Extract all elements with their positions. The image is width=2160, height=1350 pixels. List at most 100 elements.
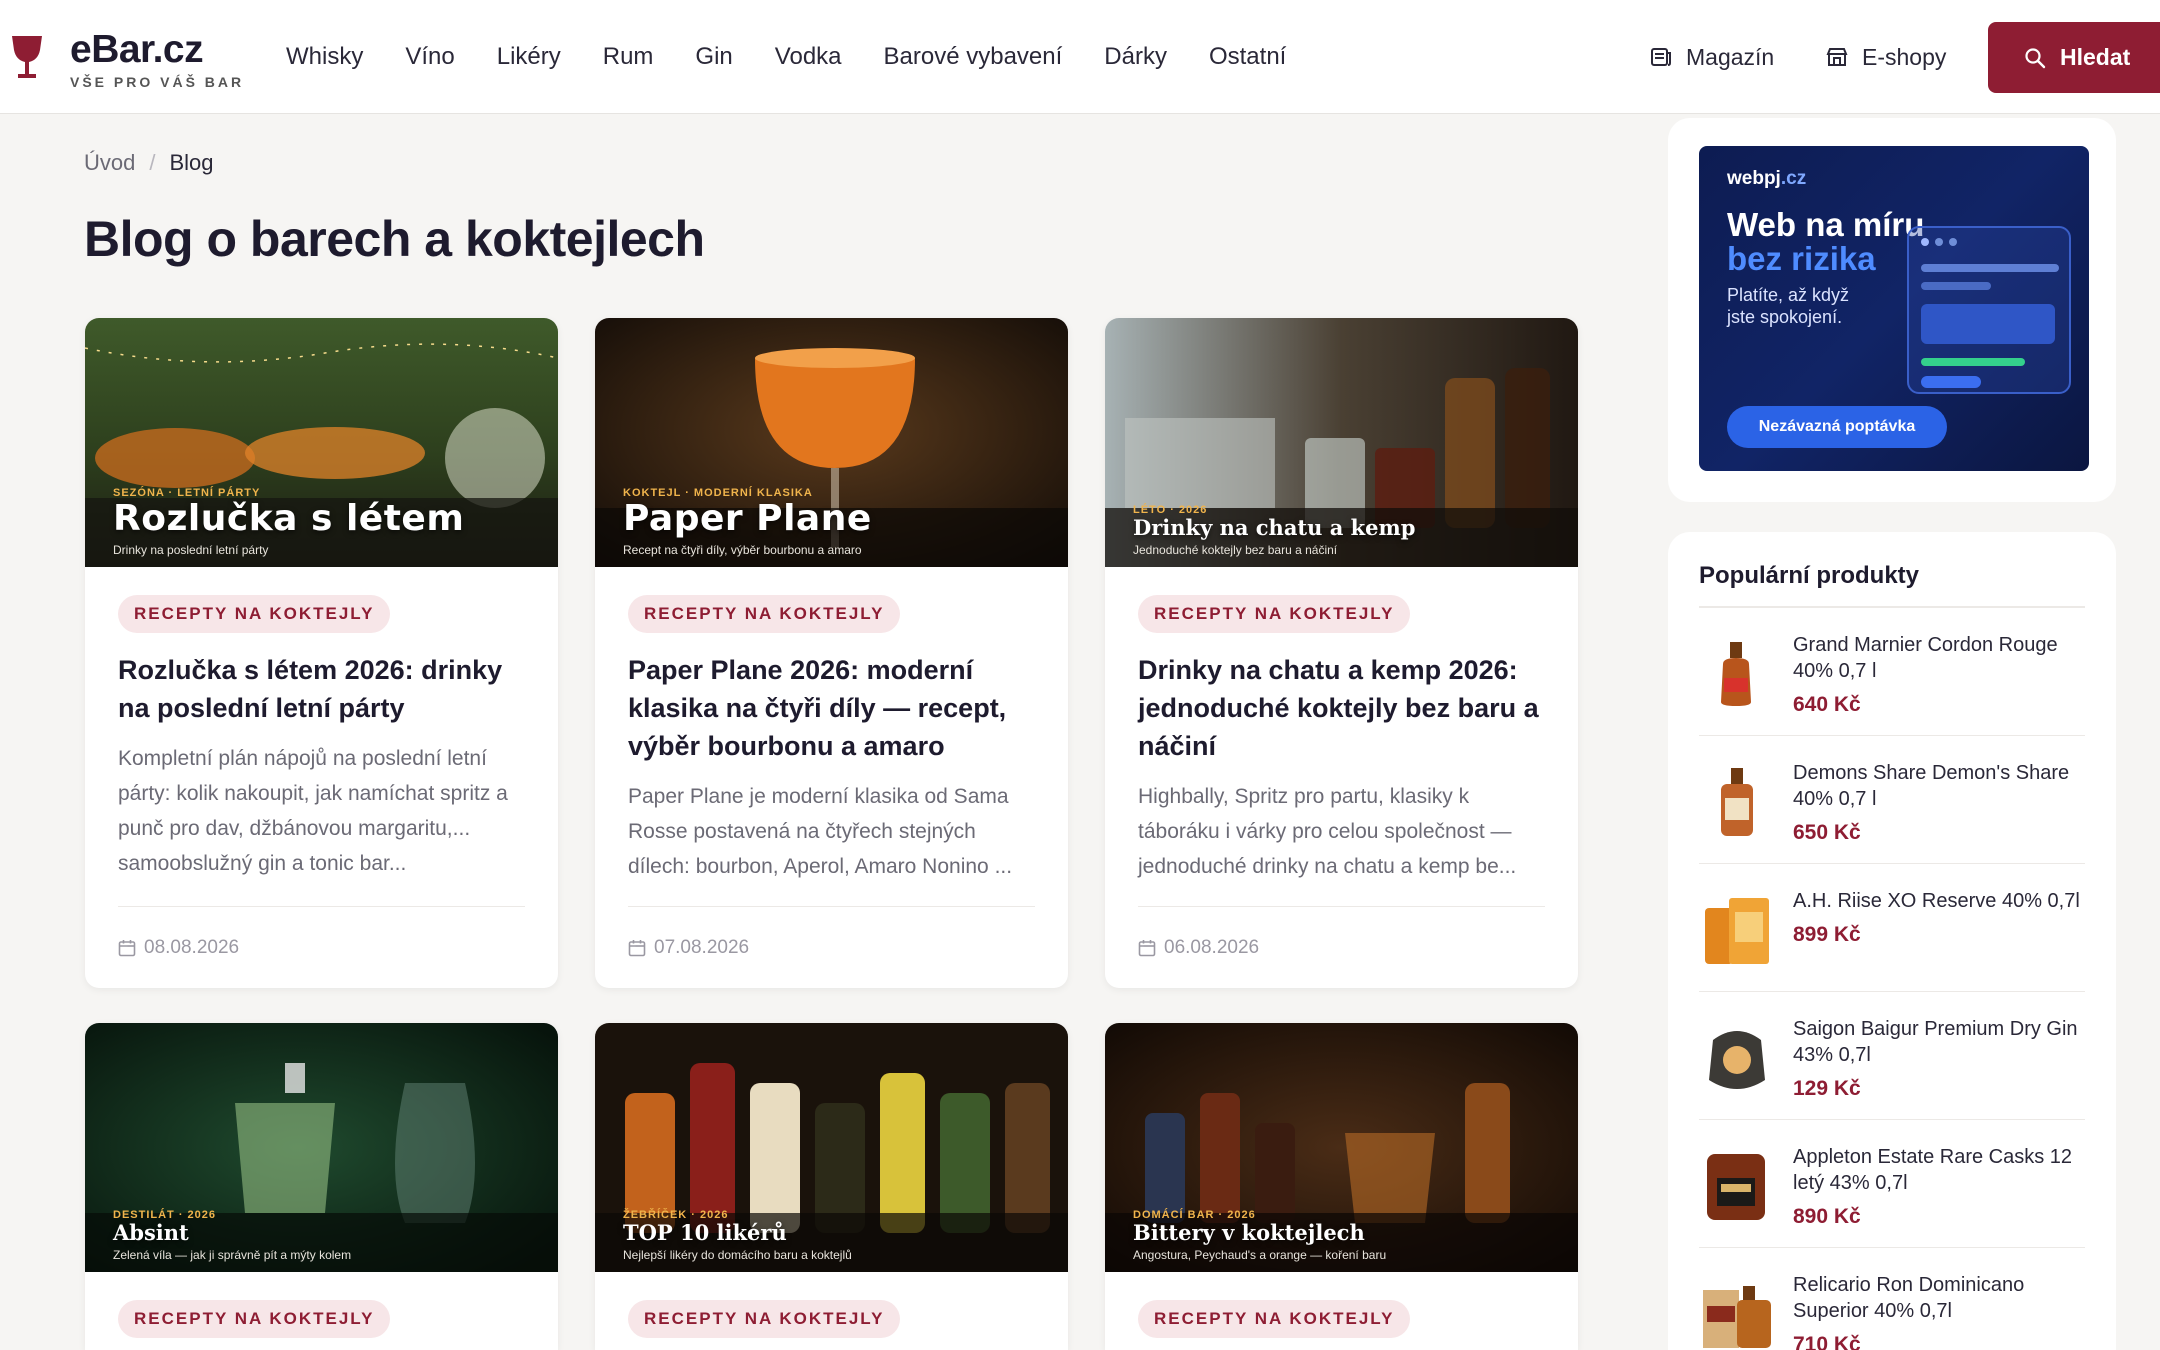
card-title[interactable]: Paper Plane 2026: moderní klasika na čty…	[628, 651, 1035, 765]
category-badge[interactable]: RECEPTY NA KOKTEJLY	[1138, 1300, 1411, 1338]
card-image[interactable]: SEZÓNA · LETNÍ PÁRTY Rozlučka s létem Dr…	[85, 318, 558, 567]
nav-item-gin[interactable]: Gin	[695, 43, 732, 71]
magazine-label: Magazín	[1686, 43, 1775, 70]
advertisement-banner[interactable]: webpj.cz Web na míru bez rizika Platíte,…	[1699, 146, 2089, 471]
breadcrumb-separator: /	[149, 150, 156, 175]
calendar-icon	[628, 939, 646, 956]
card-excerpt: Highbally, Spritz pro partu, klasiky k t…	[1138, 785, 1517, 878]
sidebar-ad-box: webpj.cz Web na míru bez rizika Platíte,…	[1668, 118, 2116, 502]
blog-card[interactable]: LÉTO · 2026 Drinky na chatu a kemp Jedno…	[1105, 318, 1578, 988]
product-price: 710 Kč	[1793, 1333, 1861, 1350]
card-date: 07.08.2026	[654, 936, 750, 958]
product-name: Grand Marnier Cordon Rouge 40% 0,7 l	[1793, 634, 2058, 682]
ad-brand-tld: .cz	[1780, 168, 1807, 189]
blog-card[interactable]: DESTILÁT · 2026 Absint Zelená víla — jak…	[85, 1023, 558, 1350]
magazine-link[interactable]: Magazín	[1650, 0, 1774, 114]
card-image-overlay: DOMÁCÍ BAR · 2026 Bittery v koktejlech A…	[1133, 1209, 1558, 1262]
search-label: Hledat	[2060, 44, 2131, 70]
nav-item-ostatni[interactable]: Ostatní	[1209, 43, 1286, 71]
ad-cta-button[interactable]: Nezávazná poptávka	[1727, 406, 1947, 448]
card-date: 08.08.2026	[144, 936, 240, 958]
card-image-subtitle: Drinky na poslední letní párty	[113, 543, 269, 557]
popular-products-title: Populární produkty	[1699, 562, 1920, 589]
product-item[interactable]: A.H. Riise XO Reserve 40% 0,7l 899 Kč	[1699, 864, 2085, 992]
product-item[interactable]: Relicario Ron Dominicano Superior 40% 0,…	[1699, 1248, 2085, 1350]
ad-headline: Web na míru	[1727, 206, 1925, 243]
wine-glass-icon	[12, 36, 42, 78]
card-image-subtitle: Jednoduché koktejly bez baru a náčiní	[1133, 543, 1338, 557]
ad-text: Platíte, až když jste spokojení.	[1727, 285, 1850, 327]
product-image	[1721, 642, 1751, 706]
product-image	[1703, 1286, 1771, 1348]
eshops-label: E-shopy	[1862, 43, 1947, 70]
card-image-title: Paper Plane	[623, 498, 872, 540]
product-image	[1705, 898, 1769, 964]
category-badge[interactable]: RECEPTY NA KOKTEJLY	[118, 1300, 391, 1338]
product-name: Relicario Ron Dominicano Superior 40% 0,…	[1793, 1274, 2025, 1322]
card-image-overlay: LÉTO · 2026 Drinky na chatu a kemp Jedno…	[1133, 504, 1558, 557]
card-image[interactable]: DESTILÁT · 2026 Absint Zelená víla — jak…	[85, 1023, 558, 1272]
card-image-overlay: DESTILÁT · 2026 Absint Zelená víla — jak…	[113, 1209, 538, 1262]
site-header: eBar.cz VŠE PRO VÁŠ BAR Whisky Víno Liké…	[0, 0, 2160, 114]
nav-item-vodka[interactable]: Vodka	[775, 43, 842, 71]
card-image-subtitle: Angostura, Peychaud's a orange — koření …	[1133, 1248, 1387, 1262]
card-date: 06.08.2026	[1164, 936, 1260, 958]
nav-item-vino[interactable]: Víno	[405, 43, 454, 71]
store-icon	[1826, 48, 1848, 66]
blog-card[interactable]: ŽEBŘÍČEK · 2026 TOP 10 likérů Nejlepší l…	[595, 1023, 1068, 1350]
blog-card[interactable]: KOKTEJL · MODERNÍ KLASIKA Paper Plane Re…	[595, 318, 1068, 988]
logo-title: eBar.cz	[70, 28, 204, 71]
nav-item-whisky[interactable]: Whisky	[286, 43, 363, 71]
card-image-overlay: ŽEBŘÍČEK · 2026 TOP 10 likérů Nejlepší l…	[623, 1209, 1048, 1262]
breadcrumb-home[interactable]: Úvod	[84, 150, 135, 176]
card-title[interactable]: Rozlučka s létem 2026: drinky na posledn…	[118, 651, 525, 727]
logo[interactable]: eBar.cz VŠE PRO VÁŠ BAR	[10, 28, 244, 90]
category-badge[interactable]: RECEPTY NA KOKTEJLY	[1138, 595, 1411, 633]
eshops-link[interactable]: E-shopy	[1826, 0, 1946, 114]
ad-headline-accent: bez rizika	[1727, 240, 1876, 277]
search-button[interactable]: Hledat	[1988, 22, 2160, 93]
breadcrumb: Úvod / Blog	[84, 150, 214, 176]
card-image-title: Rozlučka s létem	[113, 498, 465, 540]
product-price: 129 Kč	[1793, 1077, 1861, 1100]
card-image[interactable]: KOKTEJL · MODERNÍ KLASIKA Paper Plane Re…	[595, 318, 1068, 567]
nav-item-rum[interactable]: Rum	[603, 43, 654, 71]
product-price: 890 Kč	[1793, 1205, 1861, 1228]
ad-brand-name: webpj	[1727, 168, 1781, 189]
card-image-title: Bittery v koktejlech	[1133, 1219, 1365, 1245]
card-footer: 06.08.2026	[1138, 906, 1545, 988]
calendar-icon	[118, 939, 136, 956]
nav-item-darky[interactable]: Dárky	[1104, 43, 1167, 71]
search-icon	[2025, 47, 2046, 68]
product-image	[1709, 1031, 1765, 1089]
product-name: Saigon Baigur Premium Dry Gin 43% 0,7l	[1793, 1018, 2078, 1066]
blog-card[interactable]: DOMÁCÍ BAR · 2026 Bittery v koktejlech A…	[1105, 1023, 1578, 1350]
calendar-icon	[1138, 939, 1156, 956]
product-item[interactable]: Grand Marnier Cordon Rouge 40% 0,7 l 640…	[1699, 608, 2085, 736]
product-name: Appleton Estate Rare Casks 12 letý 43% 0…	[1793, 1146, 2073, 1194]
popular-products: Populární produkty Grand Marnier Cordon …	[1668, 532, 2116, 1350]
card-excerpt: Paper Plane je moderní klasika od Sama R…	[628, 785, 1013, 878]
card-image[interactable]: ŽEBŘÍČEK · 2026 TOP 10 likérů Nejlepší l…	[595, 1023, 1068, 1272]
main-nav: Whisky Víno Likéry Rum Gin Vodka Barové …	[286, 0, 1328, 114]
card-footer: 07.08.2026	[628, 906, 1035, 988]
logo-tagline: VŠE PRO VÁŠ BAR	[70, 74, 245, 90]
card-image-overlay: KOKTEJL · MODERNÍ KLASIKA Paper Plane Re…	[623, 487, 1048, 557]
product-item[interactable]: Demons Share Demon's Share 40% 0,7 l 650…	[1699, 736, 2085, 864]
card-image[interactable]: DOMÁCÍ BAR · 2026 Bittery v koktejlech A…	[1105, 1023, 1578, 1272]
card-image-subtitle: Zelená víla — jak ji správně pít a mýty …	[113, 1248, 352, 1262]
category-badge[interactable]: RECEPTY NA KOKTEJLY	[628, 1300, 901, 1338]
newspaper-icon	[1651, 48, 1671, 66]
card-image-subtitle: Recept na čtyři díly, výběr bourbonu a a…	[623, 543, 862, 557]
card-image-subtitle: Nejlepší likéry do domácího baru a kokte…	[623, 1248, 852, 1262]
product-item[interactable]: Saigon Baigur Premium Dry Gin 43% 0,7l 1…	[1699, 992, 2085, 1120]
nav-item-barove-vybaveni[interactable]: Barové vybavení	[884, 43, 1063, 71]
card-image-title: Drinky na chatu a kemp	[1133, 514, 1416, 540]
card-title[interactable]: Drinky na chatu a kemp 2026: jednoduché …	[1138, 651, 1545, 765]
category-badge[interactable]: RECEPTY NA KOKTEJLY	[628, 595, 901, 633]
card-image[interactable]: LÉTO · 2026 Drinky na chatu a kemp Jedno…	[1105, 318, 1578, 567]
blog-card[interactable]: SEZÓNA · LETNÍ PÁRTY Rozlučka s létem Dr…	[85, 318, 558, 988]
nav-item-likery[interactable]: Likéry	[497, 43, 561, 71]
category-badge[interactable]: RECEPTY NA KOKTEJLY	[118, 595, 391, 633]
product-item[interactable]: Appleton Estate Rare Casks 12 letý 43% 0…	[1699, 1120, 2085, 1248]
